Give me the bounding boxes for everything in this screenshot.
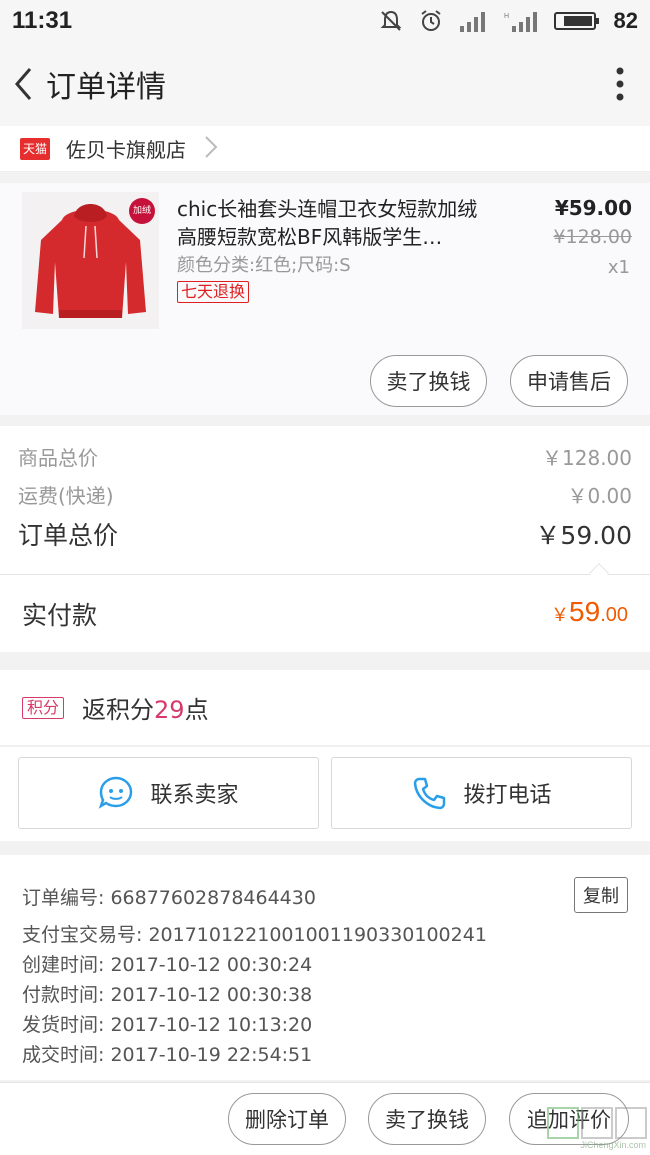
sell-button[interactable]: 卖了换钱 (370, 355, 487, 407)
completed-time: 成交时间: 2017-10-19 22:54:51 (22, 1044, 313, 1066)
contact-area: 联系卖家 拨打电话 (0, 747, 650, 841)
bottom-sell-button[interactable]: 卖了换钱 (368, 1093, 486, 1145)
goods-total-label: 商品总价 (18, 446, 98, 470)
paid-currency: ￥ (551, 605, 570, 625)
status-icons: H 82 (378, 8, 638, 34)
copy-button[interactable]: 复制 (574, 877, 628, 913)
paid-decimal: .00 (600, 604, 628, 626)
phone-icon (414, 777, 446, 810)
image-tag: 加绒 (129, 198, 155, 224)
more-vertical-icon (616, 67, 624, 101)
order-number: 订单编号: 66877602878464430 (22, 887, 316, 909)
return-policy-badge: 七天退换 (177, 281, 250, 303)
order-total-row: 订单总价 ￥59.00 (18, 516, 632, 552)
mute-icon (378, 8, 404, 34)
product-original-price: ¥128.00 (553, 226, 632, 248)
order-total-value: ￥59.00 (535, 521, 632, 550)
tmall-badge: 天猫 (20, 137, 50, 160)
divider-notch (589, 563, 609, 583)
paid-time: 付款时间: 2017-10-12 00:30:38 (22, 984, 313, 1006)
order-total-label: 订单总价 (18, 521, 119, 550)
battery-icon (553, 11, 600, 31)
status-bar: 11:31 H 82 (0, 0, 650, 42)
call-phone-label: 拨打电话 (463, 783, 552, 808)
product-image[interactable]: 加绒 (22, 192, 159, 329)
contact-seller-label: 联系卖家 (150, 783, 239, 808)
call-phone-button[interactable]: 拨打电话 (331, 757, 632, 829)
shipping-row: 运费(快递) ￥0.00 (18, 480, 632, 509)
shipped-time: 发货时间: 2017-10-12 10:13:20 (22, 1014, 313, 1036)
product-title[interactable]: chic长袖套头连帽卫衣女短款加绒高腰短款宽松BF风韩版学生… (177, 195, 487, 251)
paid-integer: 59 (569, 596, 601, 627)
created-time: 创建时间: 2017-10-12 00:30:24 (22, 954, 313, 976)
after-sale-button[interactable]: 申请售后 (510, 355, 628, 407)
watermark-text: JiChengXin.com (580, 1140, 646, 1150)
divider (0, 574, 650, 575)
product-price: ¥59.00 (554, 196, 632, 220)
paid-label: 实付款 (22, 601, 98, 630)
shipping-value: ￥0.00 (567, 484, 632, 508)
nav-bar: 订单详情 (0, 42, 650, 126)
points-badge: 积分 (22, 696, 65, 719)
product-quantity: x1 (607, 257, 630, 278)
points-value: 29 (154, 696, 185, 724)
status-time: 11:31 (12, 7, 73, 34)
svg-text:H: H (504, 13, 509, 20)
shipping-label: 运费(快递) (18, 484, 114, 508)
back-button[interactable] (4, 54, 44, 114)
order-info: 订单编号: 66877602878464430 复制 支付宝交易号: 20171… (0, 855, 650, 1080)
points-suffix: 点 (184, 696, 209, 724)
store-row[interactable]: 天猫 佐贝卡旗舰店 (0, 126, 650, 172)
signal-icon (458, 10, 490, 32)
battery-level: 82 (613, 8, 638, 33)
chevron-left-icon (15, 68, 32, 100)
alarm-icon (418, 8, 444, 34)
goods-total-value: ￥128.00 (542, 446, 632, 470)
contact-seller-button[interactable]: 联系卖家 (18, 757, 319, 829)
points-text: 返积分29点 (82, 690, 209, 725)
delete-order-button[interactable]: 删除订单 (228, 1093, 346, 1145)
paid-amount: ￥59.00 (551, 596, 628, 628)
product-card[interactable]: 加绒 chic长袖套头连帽卫衣女短款加绒高腰短款宽松BF风韩版学生… 颜色分类:… (0, 183, 650, 415)
chat-bubble-icon (99, 776, 133, 809)
product-spec: 颜色分类:红色;尺码:S (177, 255, 351, 276)
points-row: 积分 返积分29点 (0, 670, 650, 746)
store-name: 佐贝卡旗舰店 (66, 138, 186, 162)
page-title: 订单详情 (46, 70, 166, 105)
more-button[interactable] (590, 54, 650, 114)
chevron-right-icon (204, 135, 218, 163)
alipay-trade-number: 支付宝交易号: 2017101221001001190330100241 (22, 924, 487, 946)
points-prefix: 返积分 (82, 696, 155, 724)
signal-hd-icon: H (504, 10, 540, 32)
price-summary: 商品总价 ￥128.00 运费(快递) ￥0.00 订单总价 ￥59.00 实付… (0, 426, 650, 652)
goods-total-row: 商品总价 ￥128.00 (18, 442, 632, 471)
